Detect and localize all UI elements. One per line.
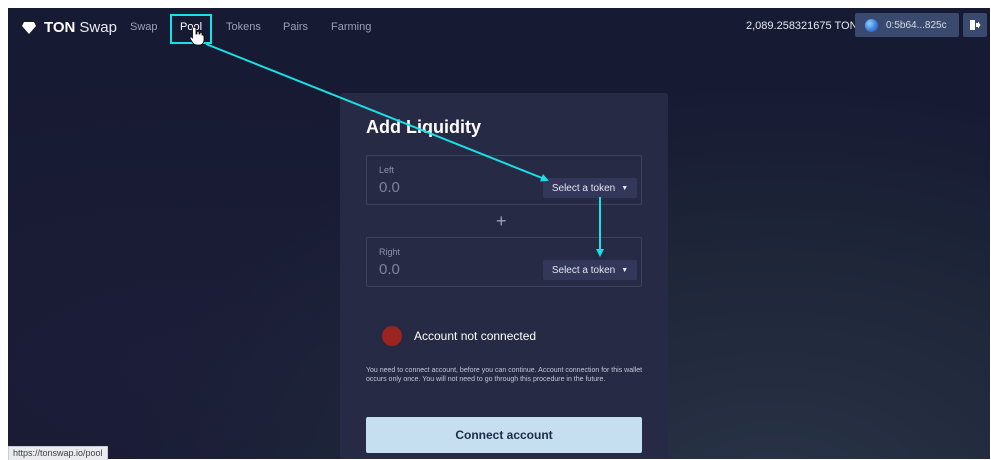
nav-pairs[interactable]: Pairs (283, 21, 308, 33)
ton-balance: 2,089.258321675 TON (746, 20, 858, 32)
add-liquidity-card: Add Liquidity Left 0.0 Select a token ▼ … (340, 93, 668, 459)
page-title: Add Liquidity (366, 117, 481, 137)
account-status: Account not connected (414, 329, 537, 343)
right-token-panel: Right 0.0 Select a token ▼ (366, 237, 642, 287)
nav-farming[interactable]: Farming (331, 21, 371, 33)
nav-swap[interactable]: Swap (130, 21, 158, 33)
wallet-address: 0:5b64...825c (886, 19, 947, 31)
right-amount-input[interactable]: 0.0 (379, 261, 400, 278)
browser-status-url: https://tonswap.io/pool (8, 446, 108, 460)
wallet-button[interactable]: 0:5b64...825c (855, 13, 959, 37)
right-select-label: Select a token (551, 264, 616, 276)
status-indicator (382, 326, 402, 346)
left-label: Left (379, 165, 395, 175)
wallet-avatar (865, 18, 878, 32)
connect-info-text: You need to connect account, before you … (366, 367, 643, 383)
left-select-token-button[interactable]: Select a token ▼ (543, 178, 637, 198)
chevron-down-icon: ▼ (621, 184, 629, 192)
right-label: Right (379, 247, 401, 257)
logo[interactable]: TON Swap (22, 19, 117, 36)
left-select-label: Select a token (551, 182, 616, 194)
right-select-token-button[interactable]: Select a token ▼ (543, 260, 637, 280)
left-token-panel: Left 0.0 Select a token ▼ (366, 155, 642, 205)
app-window: TON Swap Swap Pool Tokens Pairs Farming … (8, 8, 990, 459)
plus-icon: + (496, 211, 507, 231)
hand-cursor-icon (189, 26, 205, 46)
logout-icon (970, 20, 981, 30)
connect-account-button[interactable]: Connect account (366, 417, 642, 453)
chevron-down-icon: ▼ (621, 266, 629, 274)
left-amount-input[interactable]: 0.0 (379, 179, 400, 196)
diamond-icon (22, 21, 36, 34)
logout-button[interactable] (963, 13, 987, 37)
nav-tokens[interactable]: Tokens (226, 21, 261, 33)
logo-text-light: Swap (79, 19, 117, 36)
top-nav: TON Swap Swap Pool Tokens Pairs Farming … (8, 8, 990, 48)
logo-text-bold: TON (44, 19, 76, 36)
